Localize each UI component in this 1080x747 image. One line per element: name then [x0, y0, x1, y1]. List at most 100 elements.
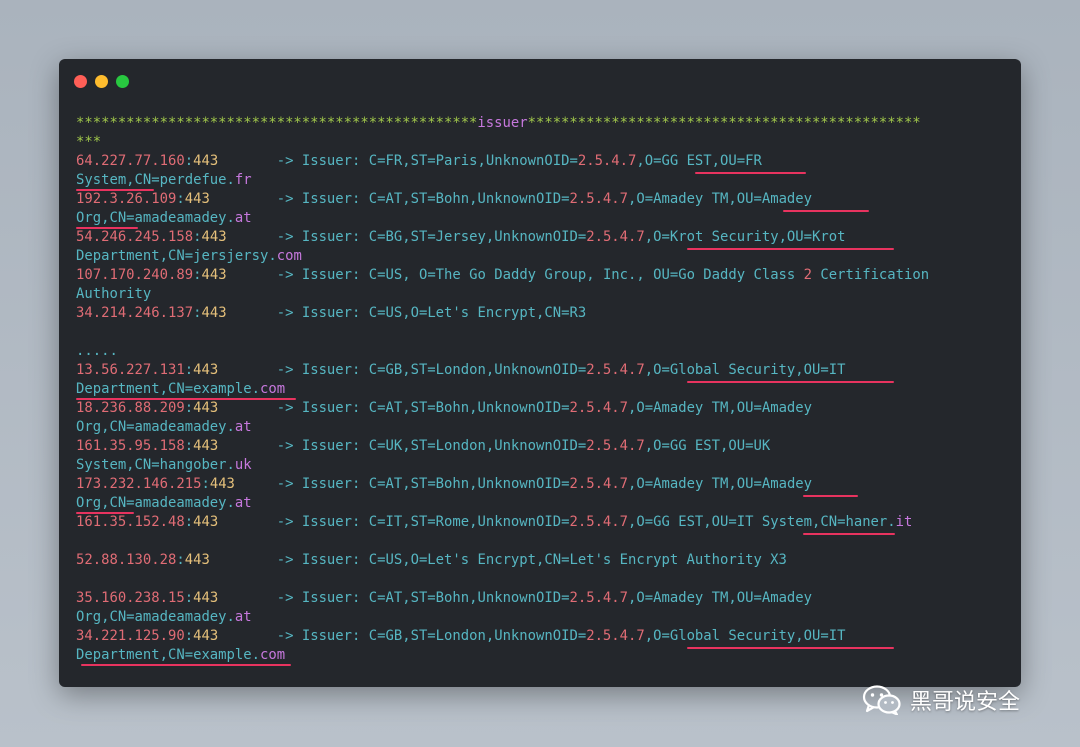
ip-address: 35.160.238.15	[76, 590, 185, 606]
ip-address: 18.236.88.209	[76, 400, 185, 416]
issuer-label: Issuer:	[301, 305, 361, 321]
issuer-label: Issuer:	[301, 400, 361, 416]
wechat-icon	[862, 685, 901, 715]
arrow: ->	[276, 305, 294, 321]
ip-address: 173.232.146.215	[76, 476, 202, 492]
arrow: ->	[276, 514, 294, 530]
issuer-value: C=GB,ST=London,UnknownOID=2.5.4.7,O=Glob…	[368, 628, 846, 644]
ellipsis: .....	[76, 343, 118, 359]
issuer-value-continued: Department,CN=jersjersy.com	[76, 248, 302, 264]
issuer-value: C=UK,ST=London,UnknownOID=2.5.4.7,O=GG E…	[368, 438, 771, 454]
ip-address: 64.227.77.160	[76, 153, 185, 169]
header-stars-right: ****************************************…	[527, 115, 921, 131]
port: 443	[201, 267, 227, 283]
entry-continuation: Org,CN=amadeamadey.at	[76, 209, 1006, 229]
port: 443	[193, 628, 219, 644]
arrow: ->	[276, 476, 294, 492]
ip-address: 161.35.152.48	[76, 514, 185, 530]
maximize-button[interactable]	[116, 75, 129, 88]
issuer-label: Issuer:	[301, 153, 361, 169]
issuer-value-continued: Org,CN=amadeamadey.at	[76, 495, 252, 511]
ellipsis-line: .....	[76, 342, 1006, 361]
header-line: ****************************************…	[76, 114, 1006, 133]
entry-continuation: System,CN=perdefue.fr	[76, 171, 1006, 191]
ip-address: 13.56.227.131	[76, 362, 185, 378]
arrow: ->	[276, 362, 294, 378]
ip-address: 54.246.245.158	[76, 229, 194, 245]
issuer-value: C=US, O=The Go Daddy Group, Inc., OU=Go …	[368, 267, 930, 283]
watermark: 黑哥说安全	[862, 684, 1020, 716]
port: 443	[193, 362, 219, 378]
ip-address: 52.88.130.28	[76, 552, 177, 568]
close-button[interactable]	[74, 75, 87, 88]
entry-continuation: Authority	[76, 285, 1006, 304]
issuer-value: C=AT,ST=Bohn,UnknownOID=2.5.4.7,O=Amadey…	[368, 191, 813, 207]
entry-continuation: System,CN=hangober.uk	[76, 456, 1006, 475]
entry-line: 107.170.240.89:443 -> Issuer: C=US, O=Th…	[76, 267, 930, 283]
ip-address: 34.221.125.90	[76, 628, 185, 644]
issuer-value: C=IT,ST=Rome,UnknownOID=2.5.4.7,O=GG EST…	[368, 514, 913, 530]
ip-address: 107.170.240.89	[76, 267, 194, 283]
arrow: ->	[276, 552, 294, 568]
entry-line: 35.160.238.15:443 -> Issuer: C=AT,ST=Boh…	[76, 590, 813, 606]
issuer-label: Issuer:	[301, 590, 361, 606]
minimize-button[interactable]	[95, 75, 108, 88]
issuer-value: C=FR,ST=Paris,UnknownOID=2.5.4.7,O=GG ES…	[368, 153, 762, 169]
issuer-label: Issuer:	[301, 267, 361, 283]
port: 443	[184, 191, 210, 207]
watermark-text: 黑哥说安全	[910, 690, 1021, 715]
arrow: ->	[276, 229, 294, 245]
terminal-window: ****************************************…	[59, 59, 1021, 687]
port: 443	[209, 476, 235, 492]
arrow: ->	[276, 438, 294, 454]
entry-continuation: Department,CN=jersjersy.com	[76, 247, 1006, 266]
ip-address: 34.214.246.137	[76, 305, 194, 321]
header-stars-continued: ***	[76, 134, 102, 150]
header-line-2: ***	[76, 133, 1006, 152]
arrow: ->	[276, 590, 294, 606]
arrow: ->	[276, 628, 294, 644]
arrow: ->	[276, 191, 294, 207]
terminal-output: ****************************************…	[76, 114, 1006, 666]
issuer-value-continued: Org,CN=amadeamadey.at	[76, 419, 252, 435]
issuer-label: Issuer:	[301, 191, 361, 207]
issuer-value-continued: System,CN=perdefue.fr	[76, 172, 252, 188]
arrow: ->	[276, 267, 294, 283]
issuer-value-continued: Org,CN=amadeamadey.at	[76, 210, 252, 226]
entry-line: 52.88.130.28:443 -> Issuer: C=US,O=Let's…	[76, 552, 787, 568]
entry-line: 13.56.227.131:443 -> Issuer: C=GB,ST=Lon…	[76, 361, 1006, 383]
port: 443	[184, 552, 210, 568]
issuer-value-continued: System,CN=hangober.uk	[76, 457, 252, 473]
arrow: ->	[276, 400, 294, 416]
port: 443	[193, 153, 219, 169]
port: 443	[193, 590, 219, 606]
entry-line: 192.3.26.109:443 -> Issuer: C=AT,ST=Bohn…	[76, 190, 1006, 212]
entry-continuation: Org,CN=amadeamadey.at	[76, 418, 1006, 437]
issuer-label: Issuer:	[301, 628, 361, 644]
arrow: ->	[276, 153, 294, 169]
port: 443	[193, 438, 219, 454]
issuer-value-continued: Department,CN=example.com	[76, 381, 286, 397]
entry-line: 54.246.245.158:443 -> Issuer: C=BG,ST=Je…	[76, 228, 1006, 250]
entry-line: 173.232.146.215:443 -> Issuer: C=AT,ST=B…	[76, 475, 1006, 497]
entry-continuation: Org,CN=amadeamadey.at	[76, 494, 1006, 514]
ip-address: 192.3.26.109	[76, 191, 177, 207]
issuer-value: C=US,O=Let's Encrypt,CN=Let's Encrypt Au…	[368, 552, 787, 568]
issuer-value: C=AT,ST=Bohn,UnknownOID=2.5.4.7,O=Amadey…	[368, 400, 813, 416]
issuer-label: Issuer:	[301, 514, 361, 530]
issuer-value-continued: Authority	[76, 286, 152, 302]
port: 443	[201, 305, 227, 321]
entry-continuation: Org,CN=amadeamadey.at	[76, 608, 1006, 627]
issuer-label: Issuer:	[301, 229, 361, 245]
entry-continuation: Department,CN=example.com	[76, 646, 1006, 666]
issuer-label: Issuer:	[301, 438, 361, 454]
header-stars-left: ****************************************…	[76, 115, 478, 131]
issuer-value: C=AT,ST=Bohn,UnknownOID=2.5.4.7,O=Amadey…	[368, 476, 813, 492]
header-label: issuer	[477, 115, 528, 131]
port: 443	[201, 229, 227, 245]
entry-line: 34.214.246.137:443 -> Issuer: C=US,O=Let…	[76, 305, 587, 321]
entry-line: 34.221.125.90:443 -> Issuer: C=GB,ST=Lon…	[76, 627, 1006, 649]
